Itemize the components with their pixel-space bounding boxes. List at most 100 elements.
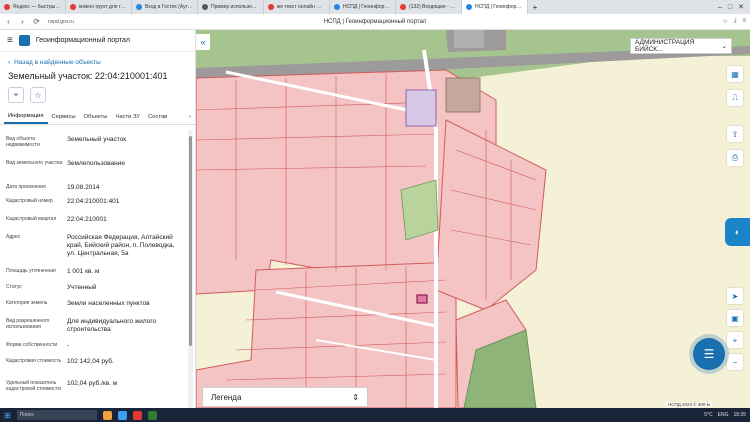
property-value: Для индивидуального жилого строительства	[67, 318, 157, 333]
windows-start-icon[interactable]: ⊞	[4, 411, 11, 420]
share-icon[interactable]: ⇪	[727, 126, 743, 142]
property-value: Российская Федерация, Алтайский край, Би…	[67, 234, 175, 257]
property-label: Статус	[6, 284, 22, 290]
file-explorer-icon[interactable]	[102, 410, 112, 420]
map-canvas[interactable]	[196, 30, 750, 408]
new-tab-icon[interactable]: +	[528, 0, 542, 14]
tab-label: Пример использования	[211, 4, 259, 10]
tab-favicon	[202, 4, 208, 10]
building-parcel	[445, 77, 481, 113]
minimize-icon[interactable]: –	[718, 4, 722, 11]
legend-label: Легенда	[211, 392, 242, 402]
browser-tab[interactable]: можно грунт для газона	[66, 0, 132, 14]
app-icon[interactable]	[147, 410, 157, 420]
app-header: ≡ Геоинформационный портал	[0, 30, 195, 52]
property-row: Кадастровая стоимость 102 142,04 руб.	[0, 358, 188, 366]
page-title: НСПД | Геоинформационный портал	[323, 18, 427, 25]
browser-tab[interactable]: Вход в Гостех (Аутентик	[132, 0, 198, 14]
tab-label: Вход в Гостех (Аутентик	[145, 4, 193, 10]
property-row: Категория земель Земли населенных пункто…	[0, 300, 188, 308]
property-row: Вид земельного участка Землепользование	[0, 160, 188, 168]
browser-app-icon[interactable]	[117, 410, 127, 420]
tab-favicon	[400, 4, 406, 10]
property-label: Площадь уточненная	[6, 268, 56, 274]
print-icon[interactable]: ⎙	[727, 150, 743, 166]
tab-favicon	[268, 4, 274, 10]
property-value: 102,04 руб./кв. м	[67, 380, 118, 387]
browser-tab[interactable]: Яндекс — быстрый поиск	[0, 0, 66, 14]
admin-select-value: АДМИНИСТРАЦИЯ БИЙСК...	[635, 39, 695, 53]
tab-label: можно грунт для газона	[79, 4, 127, 10]
zoom-in-icon[interactable]: +	[727, 332, 743, 348]
system-tray: 5°C ENG 18:35	[704, 412, 746, 418]
portal-logo	[18, 35, 30, 46]
maximize-icon[interactable]: □	[728, 4, 732, 11]
property-label: Категория земель	[6, 300, 48, 306]
hamburger-menu-icon[interactable]: ≡	[7, 35, 13, 46]
side-drawer-icon[interactable]: ◐	[725, 218, 750, 246]
expand-icon: ⇕	[352, 392, 359, 402]
tab-label: Яндекс — быстрый поиск	[13, 4, 61, 10]
back-to-results-link[interactable]: ‹ Назад в найденные объекты	[0, 55, 195, 69]
property-value: 19.08.2014	[67, 184, 100, 191]
language-indicator[interactable]: ENG	[718, 412, 729, 418]
property-label: Кадастровый номер	[6, 198, 53, 204]
property-row: Площадь уточненная 1 001 кв. м	[0, 268, 188, 276]
layers-icon[interactable]: ▦	[727, 66, 743, 82]
property-value: 102 142,04 руб.	[67, 358, 114, 365]
info-tabs: Информация Сервисы Объекты Части ЗУ Сост…	[0, 109, 195, 125]
legend-select[interactable]: Легенда ⇕	[202, 387, 368, 407]
window-controls: – □ ✕	[718, 0, 750, 14]
tabs-more-chevron-icon[interactable]: ›	[185, 109, 195, 124]
copyright-text: НСПД 2024 ©	[668, 402, 697, 407]
browser-tab[interactable]: (132) Входящие - Почта	[396, 0, 462, 14]
admin-select[interactable]: АДМИНИСТРАЦИЯ БИЙСК... ⌄	[630, 38, 732, 54]
clock-text[interactable]: 18:35	[733, 412, 746, 418]
property-row: Форма собственности -	[0, 342, 188, 350]
yandex-app-icon[interactable]	[132, 410, 142, 420]
browser-tab-active[interactable]: НСПД | Геоинформацио	[462, 0, 528, 14]
basemap-icon[interactable]: ▣	[727, 310, 743, 326]
tab-favicon	[334, 4, 340, 10]
property-label: Адрес	[6, 234, 21, 240]
property-label: Кадастровый квартал	[6, 216, 57, 222]
plot-title: Земельный участок: 22:04:210001:401	[8, 71, 168, 81]
action-row: ⌖ ☆	[0, 83, 195, 107]
info-panel: ≡ Геоинформационный портал ‹ Назад в най…	[0, 30, 196, 408]
gray-lot	[454, 30, 484, 48]
locate-plot-icon[interactable]: ⌖	[8, 87, 24, 103]
property-label: Кадастровая стоимость	[6, 358, 62, 364]
back-label: Назад в найденные объекты	[14, 58, 101, 66]
tab-parts[interactable]: Части ЗУ	[111, 109, 144, 124]
tab-favicon	[466, 4, 472, 10]
property-value: -	[67, 342, 70, 349]
tab-objects[interactable]: Объекты	[80, 109, 112, 124]
zoom-out-icon[interactable]: −	[727, 354, 743, 370]
browser-tab[interactable]: НСПД | Геоинформацион	[330, 0, 396, 14]
property-row: Вид разрешенного использования Для индив…	[0, 318, 188, 334]
browser-tab[interactable]: же текст онлайн — Янд	[264, 0, 330, 14]
close-icon[interactable]: ✕	[738, 3, 744, 11]
selected-plot-highlight[interactable]	[416, 294, 428, 304]
tab-information[interactable]: Информация	[4, 109, 48, 124]
geolocation-icon[interactable]: ➤	[727, 288, 743, 304]
browser-tab[interactable]: Пример использования	[198, 0, 264, 14]
taskbar-search-input[interactable]: Поиск	[16, 410, 97, 420]
property-value: Учтенный	[67, 284, 97, 291]
tab-label: (132) Входящие - Почта	[409, 4, 457, 10]
chevron-down-icon: ⌄	[721, 43, 727, 50]
tab-favicon	[4, 4, 10, 10]
tab-composition[interactable]: Состав	[144, 109, 171, 124]
collapse-panel-icon[interactable]: «	[196, 34, 210, 50]
tab-label: НСПД | Геоинформацион	[343, 4, 391, 10]
panel-scrollbar[interactable]	[188, 130, 193, 408]
tab-services[interactable]: Сервисы	[48, 109, 80, 124]
favorite-star-icon[interactable]: ☆	[30, 87, 46, 103]
scale-text: 300 м	[697, 402, 710, 407]
scroll-thumb[interactable]	[189, 136, 192, 346]
map-view[interactable]: « АДМИНИСТРАЦИЯ БИЙСК... ⌄ ▦ ⎍ ⇪ ⎙ ◐ ➤ ▣…	[196, 30, 750, 408]
chat-assistant-icon[interactable]: ☰	[693, 338, 725, 370]
chevron-left-icon: ‹	[8, 58, 11, 66]
address-bar: ‹ › ⟳ nspd.gov.ru НСПД | Геоинформационн…	[0, 14, 750, 30]
measure-icon[interactable]: ⎍	[727, 90, 743, 106]
